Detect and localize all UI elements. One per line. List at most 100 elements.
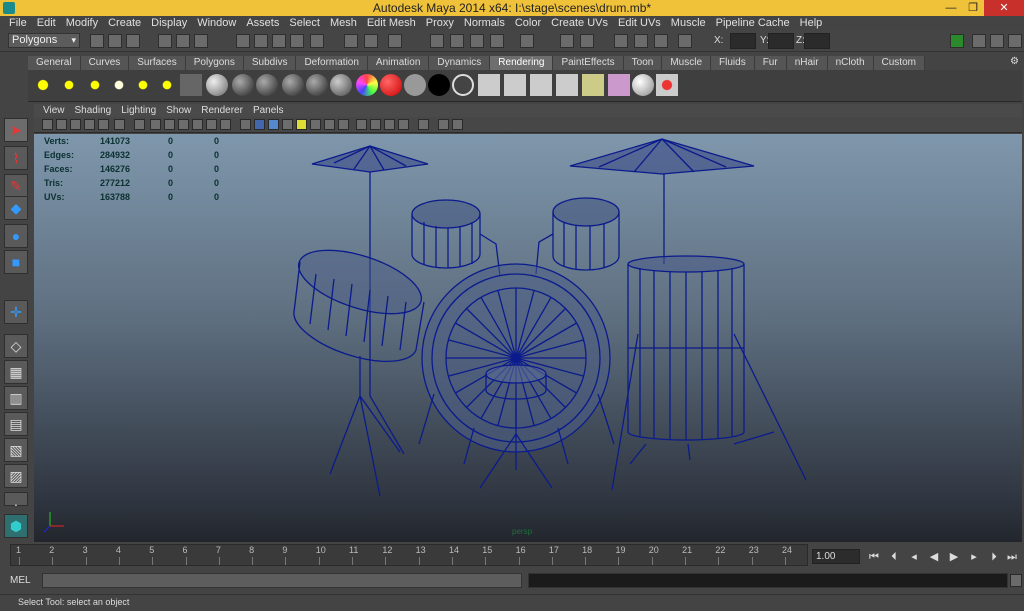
show-attribute-editor-icon[interactable] bbox=[614, 34, 628, 48]
bookmarks-icon[interactable] bbox=[70, 119, 81, 130]
viewport-menu-item[interactable]: Renderer bbox=[196, 104, 248, 117]
camera-attributes-icon[interactable] bbox=[56, 119, 67, 130]
command-input[interactable] bbox=[42, 573, 522, 588]
step-back-frame-icon[interactable]: ◂ bbox=[906, 549, 922, 565]
use-background-icon[interactable] bbox=[404, 74, 426, 96]
render-settings-shelf-icon[interactable] bbox=[556, 74, 578, 96]
snap-view-plane-icon[interactable] bbox=[290, 34, 304, 48]
wireframe-on-shaded-icon[interactable] bbox=[268, 119, 279, 130]
area-light-icon[interactable] bbox=[132, 74, 154, 96]
select-highlight-icon[interactable] bbox=[418, 119, 429, 130]
ipr-render-icon[interactable] bbox=[450, 34, 464, 48]
batch-render-icon[interactable] bbox=[530, 74, 552, 96]
motion-blur-icon[interactable] bbox=[338, 119, 349, 130]
menu-item[interactable]: Normals bbox=[459, 16, 510, 30]
step-back-key-icon[interactable]: ⏴ bbox=[886, 549, 902, 565]
shelf-tab[interactable]: PaintEffects bbox=[553, 56, 624, 70]
viewport-menu-item[interactable]: Show bbox=[161, 104, 196, 117]
shelf-tab[interactable]: General bbox=[28, 56, 81, 70]
select-component-icon[interactable] bbox=[194, 34, 208, 48]
use-all-lights-icon[interactable] bbox=[296, 119, 307, 130]
shadow-shader-icon[interactable] bbox=[428, 74, 450, 96]
safe-action-icon[interactable] bbox=[206, 119, 217, 130]
shelf-tab[interactable]: Custom bbox=[873, 56, 925, 70]
snap-point-icon[interactable] bbox=[272, 34, 286, 48]
shelf-options-icon[interactable]: ⚙ bbox=[1010, 56, 1019, 67]
rename-icon[interactable] bbox=[580, 34, 594, 48]
select-hierarchy-icon[interactable] bbox=[158, 34, 172, 48]
multi-sample-icon[interactable] bbox=[438, 119, 449, 130]
time-ruler[interactable]: 1 2 3 4 5 6 7 8 9 10 11 12 13 14 15 16 17 18 19 20 21 22 23 24 bbox=[10, 544, 808, 566]
grease-pencil-icon[interactable] bbox=[114, 119, 125, 130]
go-to-start-icon[interactable]: ⏮ bbox=[866, 549, 882, 565]
grid-icon[interactable] bbox=[134, 119, 145, 130]
layered-shader-icon[interactable] bbox=[330, 74, 352, 96]
screen-space-ao-icon[interactable] bbox=[324, 119, 335, 130]
select-camera-icon[interactable] bbox=[42, 119, 53, 130]
menu-item[interactable]: Edit Mesh bbox=[362, 16, 421, 30]
viewport-menu-item[interactable]: Shading bbox=[70, 104, 117, 117]
viewport-menu-item[interactable]: Panels bbox=[248, 104, 289, 117]
menu-item[interactable]: Modify bbox=[61, 16, 103, 30]
new-scene-icon[interactable] bbox=[90, 34, 104, 48]
shelf-tab[interactable]: Muscle bbox=[662, 56, 712, 70]
select-tool-icon[interactable]: ➤ bbox=[4, 118, 28, 142]
go-to-end-icon[interactable]: ⏭ bbox=[1004, 549, 1020, 565]
menu-item[interactable]: Create UVs bbox=[546, 16, 613, 30]
image-plane-icon[interactable] bbox=[84, 119, 95, 130]
history-icon[interactable] bbox=[344, 34, 358, 48]
shadows-icon[interactable] bbox=[310, 119, 321, 130]
field-chart-icon[interactable] bbox=[192, 119, 203, 130]
x-field[interactable] bbox=[730, 33, 756, 49]
viewport-menu-item[interactable]: Lighting bbox=[116, 104, 161, 117]
absolute-transform-icon[interactable] bbox=[678, 34, 692, 48]
xray-icon[interactable] bbox=[370, 119, 381, 130]
shelf-tab[interactable]: nHair bbox=[786, 56, 828, 70]
input-line-icon[interactable] bbox=[560, 34, 574, 48]
play-backward-icon[interactable]: ◀ bbox=[926, 549, 942, 565]
save-scene-icon[interactable] bbox=[126, 34, 140, 48]
hud-icon[interactable] bbox=[452, 119, 463, 130]
3d-viewport[interactable]: Verts: 141073 0 0 Edges: 284932 0 0 Face… bbox=[34, 134, 1022, 542]
menu-item[interactable]: Help bbox=[795, 16, 828, 30]
surface-shader-icon[interactable] bbox=[380, 74, 402, 96]
hypershade-layout-icon[interactable]: ▧ bbox=[4, 438, 28, 462]
lock-icon[interactable] bbox=[388, 34, 402, 48]
lambert-material-icon[interactable] bbox=[206, 74, 228, 96]
ramp-shader-icon[interactable] bbox=[356, 74, 378, 96]
render-current-frame-icon[interactable] bbox=[478, 74, 500, 96]
shelf-tab[interactable]: Surfaces bbox=[129, 56, 186, 70]
viewport-menu-item[interactable]: View bbox=[38, 104, 70, 117]
persp-outliner-layout-icon[interactable]: ▥ bbox=[4, 386, 28, 410]
outliner-layout-icon[interactable]: ▨ bbox=[4, 464, 28, 488]
menu-item[interactable]: Proxy bbox=[421, 16, 459, 30]
current-frame-field[interactable]: 1.00 bbox=[812, 549, 860, 564]
scale-tool-icon[interactable]: ■ bbox=[4, 250, 28, 274]
film-gate-icon[interactable] bbox=[150, 119, 161, 130]
restore-icon[interactable]: ❐ bbox=[962, 0, 984, 16]
menu-item[interactable]: Mesh bbox=[325, 16, 362, 30]
shelf-tab[interactable]: Polygons bbox=[185, 56, 244, 70]
shelf-tab[interactable]: nCloth bbox=[827, 56, 874, 70]
point-light-icon[interactable] bbox=[84, 74, 106, 96]
show-channel-box-icon[interactable] bbox=[654, 34, 668, 48]
shelf-tab[interactable]: Fluids bbox=[711, 56, 755, 70]
textured-icon[interactable] bbox=[282, 119, 293, 130]
2d-pan-zoom-icon[interactable] bbox=[98, 119, 109, 130]
minimize-icon[interactable]: — bbox=[940, 0, 962, 16]
render-view-icon[interactable] bbox=[520, 34, 534, 48]
smooth-shade-icon[interactable] bbox=[254, 119, 265, 130]
snap-grid-icon[interactable] bbox=[236, 34, 250, 48]
create-camera-icon[interactable] bbox=[180, 74, 202, 96]
step-forward-frame-icon[interactable]: ▸ bbox=[966, 549, 982, 565]
spot-light-icon[interactable] bbox=[108, 74, 130, 96]
hypershade-shelf-icon[interactable] bbox=[582, 74, 604, 96]
menu-item[interactable]: Window bbox=[192, 16, 241, 30]
menu-item[interactable]: Assets bbox=[241, 16, 284, 30]
shelf-tab[interactable]: Subdivs bbox=[243, 56, 297, 70]
z-field[interactable] bbox=[804, 33, 830, 49]
play-forward-icon[interactable]: ▶ bbox=[946, 549, 962, 565]
move-tool-icon[interactable]: ◆ bbox=[4, 196, 28, 220]
wireframe-icon[interactable] bbox=[240, 119, 251, 130]
shelf-tab[interactable]: Animation bbox=[367, 56, 430, 70]
